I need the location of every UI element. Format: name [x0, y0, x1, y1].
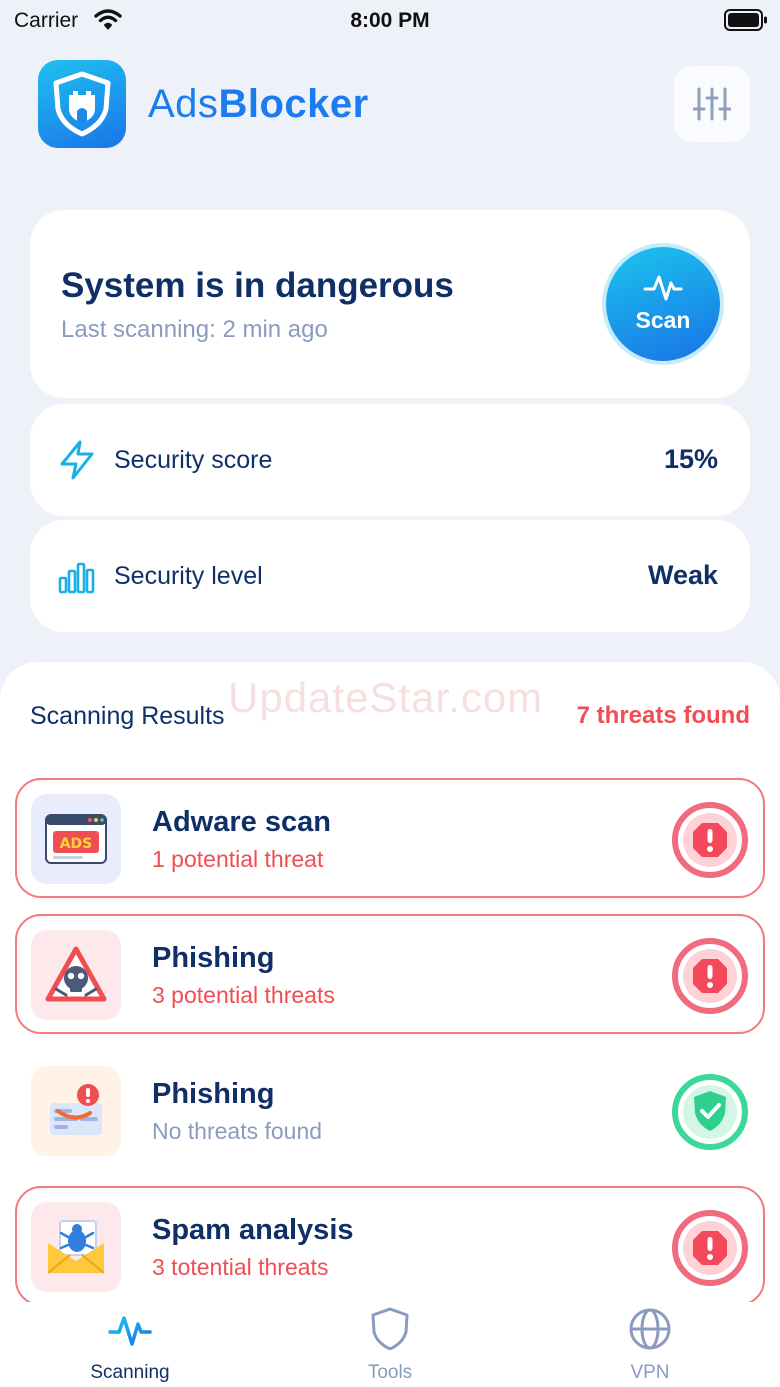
- clock: 8:00 PM: [350, 9, 430, 32]
- shield-castle-icon: [53, 71, 111, 137]
- battery-icon: [724, 9, 768, 31]
- security-level-label: Security level: [114, 562, 263, 590]
- result-item-adware[interactable]: ADS Adware scan 1 potential threat: [15, 778, 765, 898]
- lightning-icon: [60, 440, 94, 480]
- result-desc: 3 totential threats: [152, 1254, 329, 1280]
- tab-bar: Scanning Tools VPN: [0, 1302, 780, 1387]
- tab-label: Scanning: [90, 1362, 170, 1383]
- adware-illustration: ADS: [31, 794, 121, 884]
- security-score-value: 15%: [663, 444, 718, 474]
- app-logo: [38, 60, 126, 148]
- security-level-value: Weak: [647, 560, 718, 590]
- globe-icon: [629, 1308, 671, 1350]
- scanning-results-panel: UpdateStar.com Scanning Results 7 threat…: [0, 662, 780, 1302]
- result-item-phishing-safe[interactable]: Phishing No threats found: [15, 1050, 765, 1170]
- result-desc: 1 potential threat: [152, 846, 324, 872]
- result-desc: No threats found: [152, 1118, 323, 1144]
- results-title: Scanning Results: [30, 702, 225, 730]
- last-scan-label: Last scanning: 2 min ago: [61, 316, 328, 343]
- alert-octagon-icon: [672, 938, 748, 1014]
- result-item-phishing[interactable]: Phishing 3 potential threats: [15, 914, 765, 1034]
- security-level-card: Security level Weak: [30, 520, 750, 632]
- app-header: AdsBlocker: [38, 60, 750, 148]
- shield-check-icon: [672, 1074, 748, 1150]
- phishing-hook-illustration: [31, 1066, 121, 1156]
- alert-octagon-icon: [672, 802, 748, 878]
- tab-scanning[interactable]: Scanning: [40, 1302, 220, 1387]
- tab-tools[interactable]: Tools: [300, 1302, 480, 1387]
- result-name: Phishing: [152, 942, 275, 974]
- result-desc: 3 potential threats: [152, 982, 335, 1008]
- shield-icon: [371, 1307, 409, 1350]
- brand-light: Ads: [148, 82, 219, 126]
- tab-label: VPN: [630, 1362, 670, 1383]
- results-header: Scanning Results 7 threats found: [30, 702, 750, 732]
- security-score-card: Security score 15%: [30, 404, 750, 516]
- scan-button[interactable]: Scan: [606, 247, 720, 361]
- result-name: Spam analysis: [152, 1214, 354, 1246]
- settings-button[interactable]: [674, 66, 750, 142]
- app-title: AdsBlocker: [148, 82, 369, 127]
- tab-label: Tools: [367, 1362, 413, 1383]
- brand-bold: Blocker: [218, 82, 369, 126]
- security-score-label: Security score: [114, 446, 273, 474]
- threat-count: 7 threats found: [576, 702, 750, 729]
- spam-bug-illustration: [31, 1202, 121, 1292]
- alert-octagon-icon: [672, 1210, 748, 1286]
- phishing-skull-illustration: [31, 930, 121, 1020]
- result-name: Phishing: [152, 1078, 275, 1110]
- scan-button-label: Scan: [635, 307, 691, 333]
- status-bar: Carrier 8:00 PM: [0, 0, 780, 44]
- system-status-card: System is in dangerous Last scanning: 2 …: [30, 210, 750, 398]
- result-name: Adware scan: [152, 806, 331, 838]
- bar-chart-icon: [58, 562, 95, 594]
- svg-text:ADS: ADS: [60, 836, 93, 852]
- pulse-icon: [108, 1316, 152, 1346]
- tab-vpn[interactable]: VPN: [560, 1302, 740, 1387]
- pulse-icon: [643, 275, 683, 301]
- system-status-headline: System is in dangerous: [61, 266, 454, 305]
- result-item-spam[interactable]: Spam analysis 3 totential threats: [15, 1186, 765, 1302]
- sliders-icon: [693, 87, 731, 121]
